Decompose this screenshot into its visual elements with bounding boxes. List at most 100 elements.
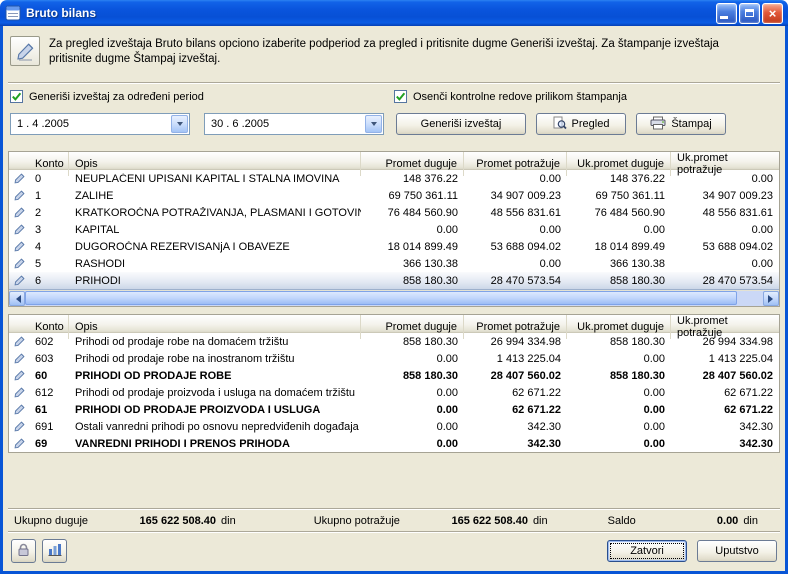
table-row[interactable]: 691Ostali vanredni prihodi po osnovu nep… [9,418,779,435]
edit-row-icon[interactable] [9,370,29,381]
shade-rows-checkbox[interactable]: Osenči kontrolne redove prilikom štampan… [394,90,627,103]
edit-row-icon[interactable] [9,353,29,364]
generate-report-button[interactable]: Generiši izveštaj [396,113,526,135]
cell-opis: RASHODI [69,258,361,270]
cell-promet-duguje: 858 180.30 [361,275,464,287]
chevron-down-icon[interactable] [365,115,382,133]
saldo-value: 0.00 [636,515,739,527]
cell-opis: KAPITAL [69,224,361,236]
scrollbar-track[interactable] [25,291,763,306]
total-debit-value: 165 622 508.40 [88,515,216,527]
cell-konto: 69 [29,438,69,450]
cell-konto: 6 [29,275,69,287]
table-row[interactable]: 69VANREDNI PRIHODI I PRENOS PRIHODA0.003… [9,435,779,452]
cell-uk-promet-duguje: 0.00 [567,353,671,365]
table-row[interactable]: 612Prihodi od prodaje proizvoda i usluga… [9,384,779,401]
cell-promet-potrazuje: 28 470 573.54 [464,275,567,287]
cell-uk-promet-duguje: 76 484 560.90 [567,207,671,219]
table-row[interactable]: 5RASHODI366 130.380.00366 130.380.00 [9,255,779,272]
minimize-button[interactable] [716,3,737,24]
scrollbar-thumb[interactable] [25,291,737,305]
close-window-button[interactable]: × [762,3,783,24]
table-row[interactable]: 61PRIHODI OD PRODAJE PROIZVODA I USLUGA0… [9,401,779,418]
table-row[interactable]: 602Prihodi od prodaje robe na domaćem tr… [9,333,779,350]
close-dialog-button[interactable]: Zatvori [607,540,687,562]
cell-konto: 61 [29,404,69,416]
date-from-value: 1 . 4 .2005 [17,118,171,130]
preview-button[interactable]: Pregled [536,113,626,135]
cell-opis: Ostali vanredni prihodi po osnovu nepred… [69,421,361,433]
chevron-down-icon[interactable] [171,115,188,133]
cell-promet-potrazuje: 0.00 [464,258,567,270]
cell-konto: 2 [29,207,69,219]
maximize-icon [745,9,754,17]
cell-promet-potrazuje: 48 556 831.61 [464,207,567,219]
print-button[interactable]: Štampaj [636,113,726,135]
horizontal-scrollbar[interactable] [9,290,779,306]
cell-promet-duguje: 858 180.30 [361,370,464,382]
edit-row-icon[interactable] [9,241,29,252]
instructions-row: Za pregled izveštaja Bruto bilans opcion… [10,36,778,76]
konto-class-table: Konto Opis Promet duguje Promet potražuj… [8,151,780,307]
table-row[interactable]: 60PRIHODI OD PRODAJE ROBE858 180.3028 40… [9,367,779,384]
scroll-right-icon[interactable] [763,291,779,306]
cell-uk-promet-duguje: 858 180.30 [567,336,671,348]
cell-promet-duguje: 0.00 [361,404,464,416]
cell-uk-promet-duguje: 0.00 [567,404,671,416]
edit-row-icon[interactable] [9,438,29,449]
scroll-left-icon[interactable] [9,291,25,306]
edit-row-icon[interactable] [9,224,29,235]
edit-row-icon[interactable] [9,336,29,347]
edit-row-icon[interactable] [9,421,29,432]
date-from-select[interactable]: 1 . 4 .2005 [10,113,190,135]
date-to-value: 30 . 6 .2005 [211,118,365,130]
cell-opis: ZALIHE [69,190,361,202]
cell-uk-promet-potrazuje: 0.00 [671,224,779,236]
table-row[interactable]: 603Prihodi od prodaje robe na inostranom… [9,350,779,367]
cell-konto: 0 [29,173,69,185]
cell-promet-duguje: 0.00 [361,438,464,450]
edit-row-icon[interactable] [9,404,29,415]
table-row[interactable]: 0NEUPLAĆENI UPISANI KAPITAL I STALNA IMO… [9,170,779,187]
separator [8,508,780,510]
edit-row-icon[interactable] [9,275,29,286]
cell-konto: 602 [29,336,69,348]
table-row[interactable]: 3KAPITAL0.000.000.000.00 [9,221,779,238]
cell-uk-promet-potrazuje: 48 556 831.61 [671,207,779,219]
separator [8,531,780,533]
edit-row-icon[interactable] [9,173,29,184]
saldo-unit: din [743,515,758,527]
table-row[interactable]: 2KRATKOROČNA POTRAŽIVANJA, PLASMANI I GO… [9,204,779,221]
table-row[interactable]: 1ZALIHE69 750 361.1134 907 009.2369 750 … [9,187,779,204]
cell-promet-duguje: 0.00 [361,421,464,433]
cell-promet-potrazuje: 62 671.22 [464,404,567,416]
date-to-select[interactable]: 30 . 6 .2005 [204,113,384,135]
table-row[interactable]: 6PRIHODI858 180.3028 470 573.54858 180.3… [9,272,779,290]
total-debit-unit: din [221,515,236,527]
cell-promet-potrazuje: 342.30 [464,421,567,433]
table-row[interactable]: 4DUGOROČNA REZERVISANjA I OBAVEZE18 014 … [9,238,779,255]
edit-row-icon[interactable] [9,258,29,269]
edit-row-icon[interactable] [9,207,29,218]
maximize-button[interactable] [739,3,760,24]
cell-uk-promet-duguje: 0.00 [567,421,671,433]
shade-rows-label: Osenči kontrolne redove prilikom štampan… [413,91,627,103]
spacer [8,453,780,508]
cell-promet-duguje: 0.00 [361,353,464,365]
close-icon: × [769,7,777,20]
cell-uk-promet-duguje: 148 376.22 [567,173,671,185]
cell-uk-promet-potrazuje: 28 407 560.02 [671,370,779,382]
help-button[interactable]: Uputstvo [697,540,777,562]
lock-button[interactable] [11,539,36,563]
chart-button[interactable] [42,539,67,563]
cell-promet-potrazuje: 1 413 225.04 [464,353,567,365]
separator [8,82,780,84]
cell-uk-promet-potrazuje: 1 413 225.04 [671,353,779,365]
edit-row-icon[interactable] [9,190,29,201]
edit-row-icon[interactable] [9,387,29,398]
total-credit-value: 165 622 508.40 [400,515,528,527]
lock-icon [17,543,30,560]
generate-period-checkbox[interactable]: Generiši izveštaj za određeni period [10,90,204,103]
options-row: Generiši izveštaj za određeni period Ose… [10,90,778,105]
cell-promet-duguje: 858 180.30 [361,336,464,348]
